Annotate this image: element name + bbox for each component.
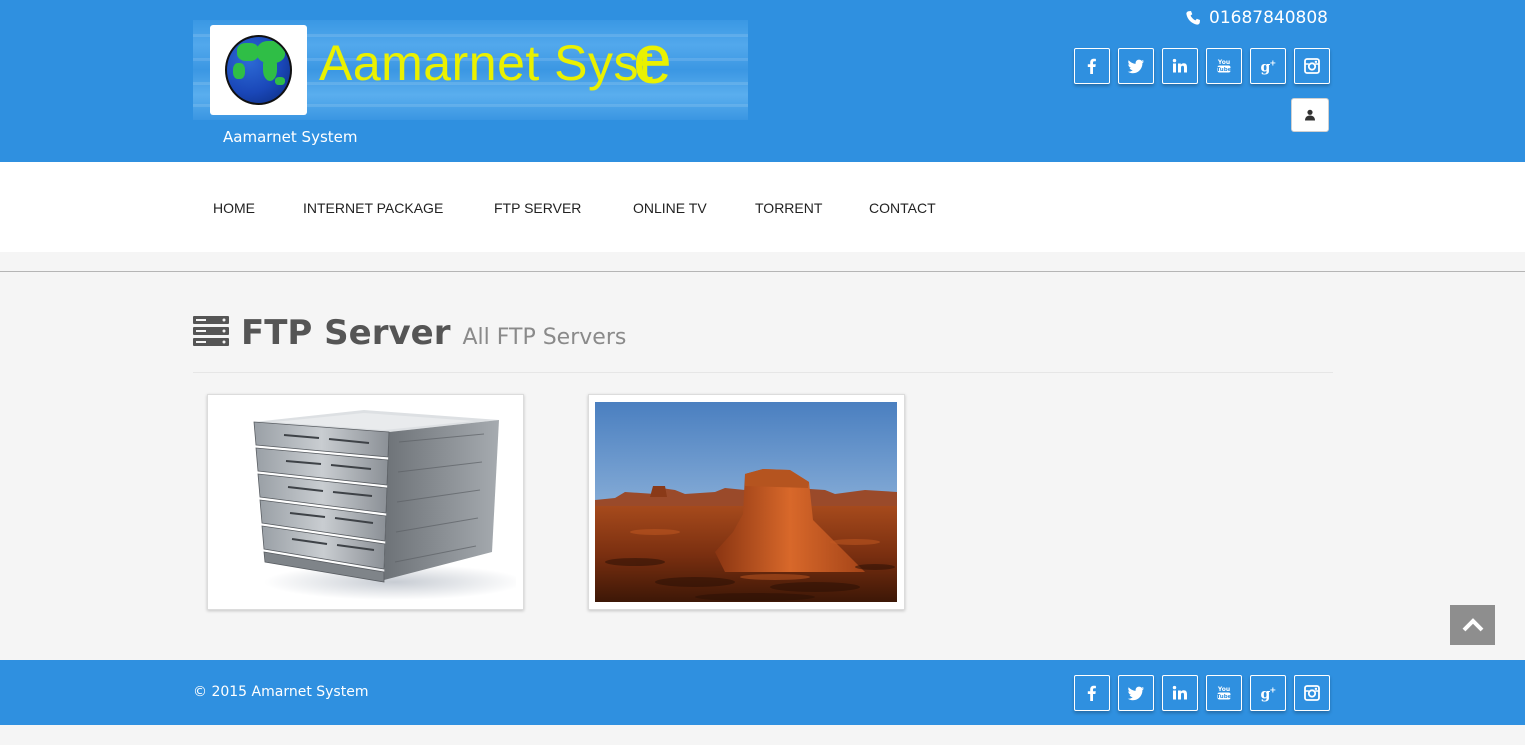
facebook-button[interactable] [1074, 48, 1110, 84]
svg-text:+: + [1270, 686, 1277, 695]
site-header: Aamarnet Syst e Aamarnet System 01687840… [0, 0, 1525, 162]
twitter-icon [1127, 686, 1144, 701]
desert-mesa-image [595, 402, 897, 602]
footer-linkedin-button[interactable] [1162, 675, 1198, 711]
server-rack-image [214, 402, 516, 602]
nav-torrent[interactable]: TORRENT [755, 200, 822, 216]
nav-internet-package[interactable]: INTERNET PACKAGE [303, 200, 443, 216]
google-plus-icon: g + [1261, 686, 1277, 703]
footer-twitter-button[interactable] [1118, 675, 1154, 711]
footer-youtube-button[interactable]: You Tube [1206, 675, 1242, 711]
svg-text:Tube: Tube [1217, 694, 1232, 700]
footer-google-plus-button[interactable]: g + [1250, 675, 1286, 711]
gallery-item-server[interactable] [207, 394, 524, 610]
svg-text:+: + [1270, 59, 1277, 68]
footer-social-links: You Tube g + [1074, 675, 1330, 711]
facebook-icon [1087, 685, 1096, 701]
nav-home[interactable]: HOME [213, 200, 255, 216]
linkedin-button[interactable] [1162, 48, 1198, 84]
instagram-button[interactable] [1294, 48, 1330, 84]
phone-icon [1186, 11, 1200, 25]
site-logo-banner[interactable]: Aamarnet Syst e [193, 20, 748, 120]
twitter-icon [1127, 59, 1144, 74]
nav-divider [0, 271, 1525, 272]
linkedin-icon [1172, 58, 1187, 73]
youtube-button[interactable]: You Tube [1206, 48, 1242, 84]
youtube-icon: YouTube [1217, 59, 1232, 73]
heading-divider [193, 372, 1333, 373]
chevron-up-icon [1462, 618, 1483, 632]
google-plus-button[interactable]: g + [1250, 48, 1286, 84]
instagram-icon [1304, 685, 1320, 701]
user-login-button[interactable] [1291, 98, 1329, 132]
nav-online-tv[interactable]: ONLINE TV [633, 200, 707, 216]
gallery-item-desert[interactable] [588, 394, 905, 610]
footer-instagram-button[interactable] [1294, 675, 1330, 711]
site-footer: © 2015 Amarnet System You Tube g + [0, 660, 1525, 725]
logo-text: Aamarnet Syst [319, 35, 654, 91]
logo-text-tail: e [633, 20, 672, 98]
twitter-button[interactable] [1118, 48, 1154, 84]
back-to-top-button[interactable] [1450, 605, 1495, 645]
server-list-icon [193, 316, 229, 346]
linkedin-icon [1172, 685, 1187, 700]
nav-contact[interactable]: CONTACT [869, 200, 936, 216]
svg-text:Tube: Tube [1217, 67, 1232, 73]
footer-facebook-button[interactable] [1074, 675, 1110, 711]
globe-icon [225, 35, 292, 105]
header-social-links: You Tube g + [1074, 48, 1330, 84]
site-subtitle: Aamarnet System [223, 128, 358, 146]
youtube-icon: YouTube [1217, 686, 1232, 700]
page-subtitle: All FTP Servers [462, 325, 627, 350]
main-navigation: HOME INTERNET PACKAGE FTP SERVER ONLINE … [0, 162, 1525, 252]
svg-text:You: You [1217, 686, 1230, 693]
svg-text:You: You [1217, 59, 1230, 66]
user-icon [1305, 109, 1315, 121]
globe-logo [210, 25, 307, 115]
nav-ftp-server[interactable]: FTP SERVER [494, 200, 581, 216]
google-plus-icon: g + [1261, 59, 1277, 76]
page-heading: FTP Server All FTP Servers [193, 313, 626, 353]
page-title: FTP Server [241, 313, 451, 353]
facebook-icon [1087, 58, 1096, 74]
phone-contact: 01687840808 [1185, 8, 1328, 28]
instagram-icon [1304, 58, 1320, 74]
copyright-text: © 2015 Amarnet System [193, 684, 369, 700]
phone-number: 01687840808 [1209, 8, 1328, 28]
